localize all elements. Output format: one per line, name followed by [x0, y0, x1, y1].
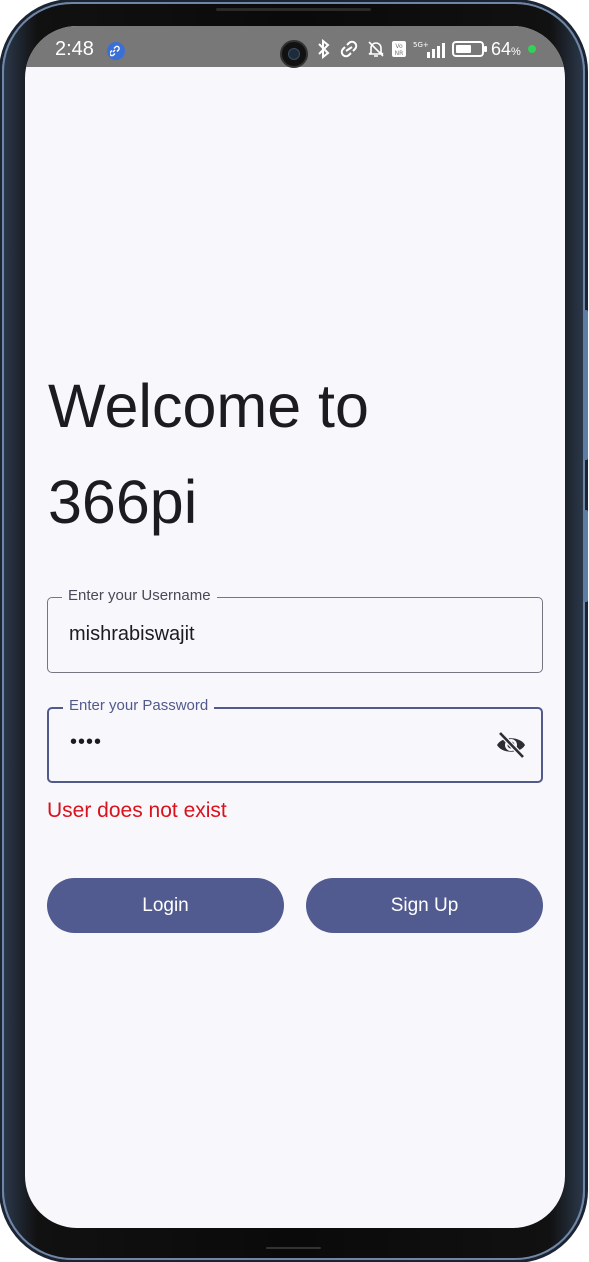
status-time: 2:48 — [55, 38, 94, 60]
password-label: Enter your Password — [63, 697, 215, 714]
battery-icon — [452, 41, 487, 57]
welcome-title-line2: 366pi — [48, 468, 198, 536]
front-camera — [280, 40, 308, 68]
signal-5g-icon: 5G+ — [413, 41, 445, 58]
power-button — [583, 510, 588, 602]
welcome-title: Welcome to 366pi — [48, 358, 369, 550]
username-value: mishrabiswajit — [69, 623, 195, 645]
privacy-indicator-dot — [527, 45, 536, 53]
bottom-slit — [266, 1247, 321, 1249]
battery-percent-unit: % — [511, 45, 521, 58]
volte-icon: VoNR — [392, 41, 406, 57]
password-field[interactable]: Enter your Password •••• — [47, 697, 543, 783]
signup-button[interactable]: Sign Up — [306, 878, 543, 933]
error-message: User does not exist — [47, 799, 227, 822]
svg-text:NR: NR — [395, 50, 404, 57]
login-button[interactable]: Login — [47, 878, 284, 933]
username-field[interactable]: Enter your Username mishrabiswajit — [47, 587, 543, 673]
mute-bell-icon — [368, 41, 384, 57]
status-bar: 2:48 Vo NR 5G+ 64% — [25, 26, 565, 68]
volume-button — [583, 310, 588, 460]
phone-frame: 2:48 Vo NR 5G+ 64% Welcome to 366pi Ente… — [2, 2, 588, 1260]
bluetooth-icon — [318, 39, 330, 59]
battery-percentage: 64% — [491, 39, 521, 60]
link-notification-icon — [107, 42, 125, 60]
visibility-off-icon[interactable] — [495, 730, 527, 760]
battery-fill — [456, 45, 471, 53]
earpiece-slit — [216, 8, 371, 11]
screen: 2:48 Vo NR 5G+ 64% Welcome to 366pi Ente… — [25, 26, 565, 1228]
status-icons: Vo NR 5G+ 64% — [317, 39, 536, 59]
svg-text:Vo: Vo — [395, 43, 403, 50]
welcome-title-line1: Welcome to — [48, 372, 369, 440]
battery-percent-value: 64 — [491, 38, 512, 59]
hotspot-link-icon — [340, 40, 358, 58]
svg-text:5G+: 5G+ — [413, 41, 429, 49]
password-value: •••• — [70, 731, 103, 753]
username-label: Enter your Username — [62, 587, 217, 604]
